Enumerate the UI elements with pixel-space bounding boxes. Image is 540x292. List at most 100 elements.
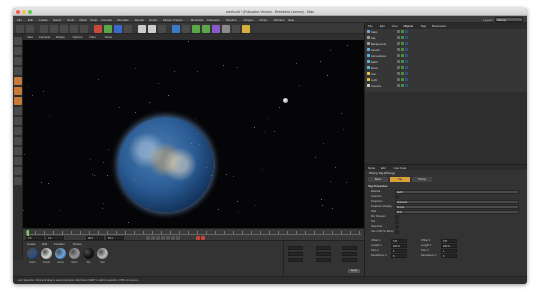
menu-create[interactable]: Create: [39, 18, 48, 22]
object-manager-tab-file[interactable]: File: [368, 24, 373, 28]
object-tags[interactable]: [397, 78, 409, 81]
render-settings-icon[interactable]: [158, 24, 166, 33]
attr-value-selection[interactable]: [395, 195, 399, 199]
menu-script[interactable]: Script: [260, 18, 268, 22]
menu-select[interactable]: Select: [53, 18, 61, 22]
object-manager-tab-edit[interactable]: Edit: [380, 24, 385, 28]
pen-icon[interactable]: [182, 24, 190, 33]
coord-value-length-v[interactable]: 100 %: [441, 244, 457, 248]
attr-value-mix-textures[interactable]: [395, 215, 399, 219]
menu-window[interactable]: Window: [274, 18, 285, 22]
layout-select[interactable]: Startup: [495, 17, 523, 22]
render-view-icon[interactable]: [138, 24, 146, 33]
enable-axis-icon[interactable]: [14, 127, 22, 135]
render-picture-icon[interactable]: [148, 24, 156, 33]
coord-field-rh[interactable]: [342, 246, 357, 250]
material-ball-moon[interactable]: [69, 248, 80, 259]
viewport-menu-display[interactable]: Display: [56, 35, 65, 39]
menu-edit[interactable]: Edit: [28, 18, 33, 22]
object-tags[interactable]: [397, 84, 409, 87]
coord-field-sx[interactable]: [316, 246, 331, 250]
object-manager-tab-objects[interactable]: Objects: [403, 24, 412, 28]
menu-simulate[interactable]: Simulate: [117, 18, 129, 22]
live-select-icon[interactable]: [40, 24, 48, 33]
coord-value-length-u[interactable]: 100 %: [391, 244, 407, 248]
lock-icon[interactable]: [14, 167, 22, 175]
object-manager-tab-tags[interactable]: Tags: [420, 24, 426, 28]
material-menu-texture[interactable]: Texture: [73, 242, 82, 246]
menu-sculpt[interactable]: Sculpt: [149, 18, 157, 22]
material-ball-earth[interactable]: [27, 248, 38, 259]
coord-field-py[interactable]: [288, 252, 303, 256]
camera-icon[interactable]: [232, 24, 240, 33]
menu-mograph[interactable]: MoGraph: [191, 18, 204, 22]
snap-icon[interactable]: [14, 117, 22, 125]
viewport[interactable]: [23, 40, 364, 228]
z-axis-icon[interactable]: [114, 24, 122, 33]
attr-value-side[interactable]: Both: [395, 210, 519, 214]
menu-help[interactable]: Help: [288, 18, 294, 22]
workplane-lock-icon[interactable]: [14, 137, 22, 145]
material-ball-sky[interactable]: [83, 248, 94, 259]
apply-button[interactable]: Apply: [348, 269, 360, 273]
object-manager-tab-bookmarks[interactable]: Bookmarks: [432, 24, 446, 28]
attr-value-tile[interactable]: [395, 220, 399, 224]
y-axis-icon[interactable]: [104, 24, 112, 33]
points-mode-icon[interactable]: [14, 77, 22, 85]
redo-icon[interactable]: [26, 24, 34, 33]
subtab-phong[interactable]: Phong: [412, 177, 432, 182]
material-ball-clouds[interactable]: [41, 248, 52, 259]
solo-icon[interactable]: [14, 147, 22, 155]
recent-tool-icon[interactable]: [80, 24, 88, 33]
object-tags[interactable]: [397, 72, 409, 75]
polygons-mode-icon[interactable]: [14, 97, 22, 105]
cube-icon[interactable]: [172, 24, 180, 33]
make-editable-icon[interactable]: [14, 37, 22, 45]
material-menu-edit[interactable]: Edit: [42, 242, 47, 246]
menu-character[interactable]: Character: [207, 18, 220, 22]
menu-pipeline[interactable]: Pipeline: [226, 18, 237, 22]
attribute-tab-user-data[interactable]: User Data: [394, 166, 407, 170]
attr-value-seamless[interactable]: [395, 225, 399, 229]
material-menu-create[interactable]: Create: [27, 242, 35, 246]
coord-value-repetitions-u[interactable]: 0: [391, 254, 407, 258]
viewport-menu-view[interactable]: View: [27, 35, 33, 39]
object-tags[interactable]: [397, 30, 409, 33]
texture-mode-icon[interactable]: [14, 57, 22, 65]
light-icon[interactable]: [242, 24, 250, 33]
viewport-menu-filter[interactable]: Filter: [90, 35, 96, 39]
object-list-empty-area[interactable]: [365, 92, 527, 164]
bodypaint-icon[interactable]: [14, 157, 22, 165]
menu-file[interactable]: File: [17, 18, 22, 22]
coord-field-rb[interactable]: [342, 258, 357, 262]
attr-value-material[interactable]: Earth: [395, 190, 519, 194]
floor-icon[interactable]: [222, 24, 230, 33]
material-ball-atmos[interactable]: [55, 248, 66, 259]
material-ball-mat[interactable]: [97, 248, 108, 259]
attr-value-projection[interactable]: Spherical: [395, 200, 519, 204]
menu-animate[interactable]: Animate: [101, 18, 112, 22]
timeline-ruler[interactable]: [26, 231, 361, 235]
coord-value-tiles-u[interactable]: 1: [391, 249, 407, 253]
edges-mode-icon[interactable]: [14, 87, 22, 95]
subtab-tag[interactable]: Tag: [390, 177, 410, 182]
attribute-tab-mode[interactable]: Mode: [368, 166, 375, 170]
object-tags[interactable]: [397, 36, 409, 39]
coord-value-tiles-v[interactable]: 1: [441, 249, 457, 253]
grid-icon[interactable]: [14, 177, 22, 185]
menu-motion-tracker[interactable]: Motion Tracker: [163, 18, 183, 22]
object-tags[interactable]: [397, 48, 409, 51]
menu-snap[interactable]: Snap: [90, 18, 97, 22]
object-tags[interactable]: [397, 42, 409, 45]
coord-value-offset-v[interactable]: 0 %: [441, 239, 457, 243]
object-tags[interactable]: [397, 60, 409, 63]
model-mode-icon[interactable]: [14, 47, 22, 55]
coord-value-repetitions-v[interactable]: 0: [441, 254, 457, 258]
axis-mode-icon[interactable]: [14, 107, 22, 115]
object-manager-tab-view[interactable]: View: [392, 24, 398, 28]
coord-field-rp[interactable]: [342, 252, 357, 256]
object-tags[interactable]: [397, 54, 409, 57]
subdivision-icon[interactable]: [192, 24, 200, 33]
attr-value-use-uvw-for-bump[interactable]: [395, 230, 399, 234]
menu-plugins[interactable]: Plugins: [244, 18, 254, 22]
